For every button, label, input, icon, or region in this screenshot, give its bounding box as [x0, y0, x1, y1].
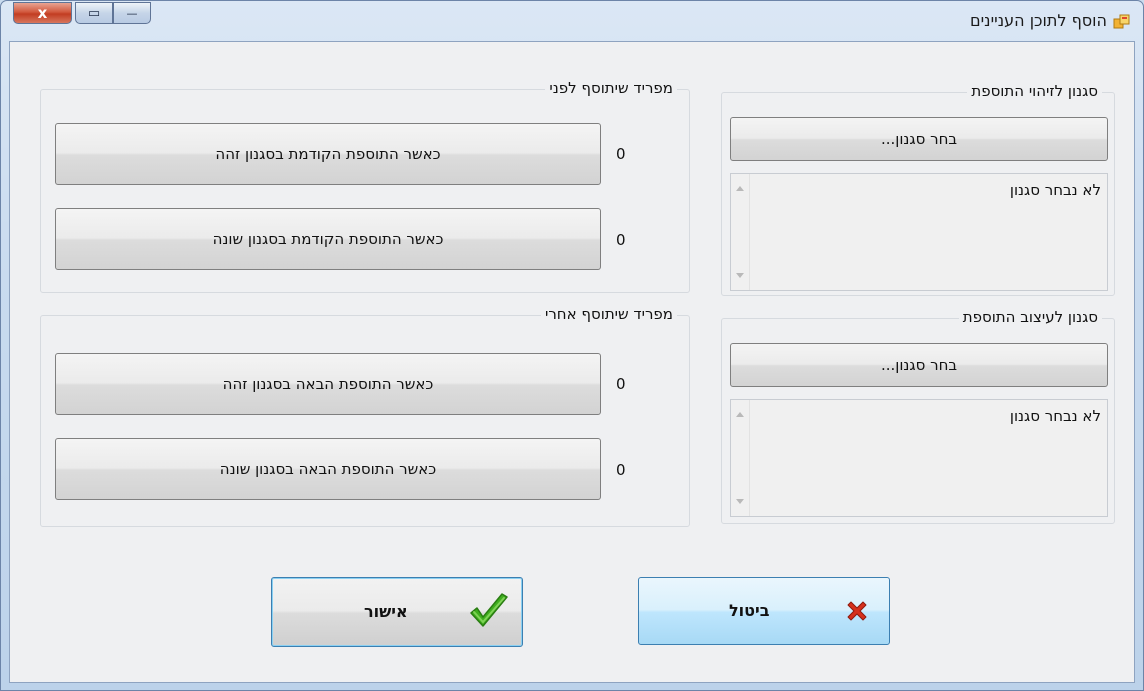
maximize-button[interactable]: ▭ [75, 2, 113, 24]
after-same-style-value: 0 [616, 375, 626, 393]
before-diff-style-button[interactable]: כאשר התוספת הקודמת בסגנון שונה [55, 208, 601, 270]
scroll-up-arrow-icon[interactable] [736, 186, 744, 191]
identify-style-value: לא נבחר סגנון [1009, 181, 1101, 199]
choose-identify-style-button[interactable]: בחר סגנון... [730, 117, 1108, 161]
minimize-icon: — [126, 6, 138, 20]
toc-app-icon [1113, 14, 1130, 29]
scroll-down-arrow-icon[interactable] [736, 273, 744, 278]
format-style-textbox[interactable]: לא נבחר סגנון [730, 399, 1108, 517]
after-same-style-button[interactable]: כאשר התוספת הבאה בסגנון זהה [55, 353, 601, 415]
choose-format-style-button[interactable]: בחר סגנון... [730, 343, 1108, 387]
style-identify-label: סגנון לזיהוי התוספת [967, 82, 1102, 100]
format-style-value: לא נבחר סגנון [1009, 407, 1101, 425]
minimize-button[interactable]: — [113, 2, 151, 24]
before-same-style-value: 0 [616, 145, 626, 163]
red-x-icon [847, 601, 867, 621]
title-bar[interactable]: x ▭ — הוסף לתוכן העניינים [1, 1, 1143, 41]
dialog-client-area: סגנון לזיהוי התוספת בחר סגנון... לא נבחר… [9, 41, 1135, 683]
style-identify-group: סגנון לזיהוי התוספת בחר סגנון... לא נבחר… [721, 82, 1115, 296]
scroll-up-arrow-icon[interactable] [736, 412, 744, 417]
separator-before-label: מפריד שיתוסף לפני [545, 79, 677, 97]
identify-style-textbox[interactable]: לא נבחר סגנון [730, 173, 1108, 291]
after-same-style-label: כאשר התוספת הבאה בסגנון זהה [222, 375, 434, 393]
before-same-style-button[interactable]: כאשר התוספת הקודמת בסגנון זהה [55, 123, 601, 185]
close-button[interactable]: x [13, 2, 72, 24]
scroll-down-arrow-icon[interactable] [736, 499, 744, 504]
choose-format-style-label: בחר סגנון... [880, 356, 958, 374]
maximize-icon: ▭ [87, 5, 101, 21]
cancel-label: ביטול [729, 601, 770, 620]
cancel-button[interactable]: ביטול [638, 577, 890, 645]
window-title: הוסף לתוכן העניינים [969, 11, 1107, 30]
dialog-window: x ▭ — הוסף לתוכן העניינים סגנון לזיהוי ה… [0, 0, 1144, 691]
after-diff-style-button[interactable]: כאשר התוספת הבאה בסגנון שונה [55, 438, 601, 500]
before-diff-style-label: כאשר התוספת הקודמת בסגנון שונה [212, 230, 444, 248]
style-format-label: סגנון לעיצוב התוספת [958, 308, 1102, 326]
separator-after-group: מפריד שיתוסף אחרי כאשר התוספת הבאה בסגנו… [40, 305, 690, 527]
identify-style-scrollbar[interactable] [731, 174, 750, 290]
before-diff-style-value: 0 [616, 231, 626, 249]
green-checkmark-icon [470, 593, 508, 627]
close-icon: x [37, 4, 48, 22]
ok-button[interactable]: אישור [271, 577, 523, 647]
after-diff-style-label: כאשר התוספת הבאה בסגנון שונה [219, 460, 437, 478]
separator-before-group: מפריד שיתוסף לפני כאשר התוספת הקודמת בסג… [40, 79, 690, 293]
style-format-group: סגנון לעיצוב התוספת בחר סגנון... לא נבחר… [721, 308, 1115, 524]
format-style-scrollbar[interactable] [731, 400, 750, 516]
ok-label: אישור [364, 602, 408, 621]
before-same-style-label: כאשר התוספת הקודמת בסגנון זהה [215, 145, 441, 163]
separator-after-label: מפריד שיתוסף אחרי [540, 305, 677, 323]
choose-identify-style-label: בחר סגנון... [880, 130, 958, 148]
after-diff-style-value: 0 [616, 461, 626, 479]
